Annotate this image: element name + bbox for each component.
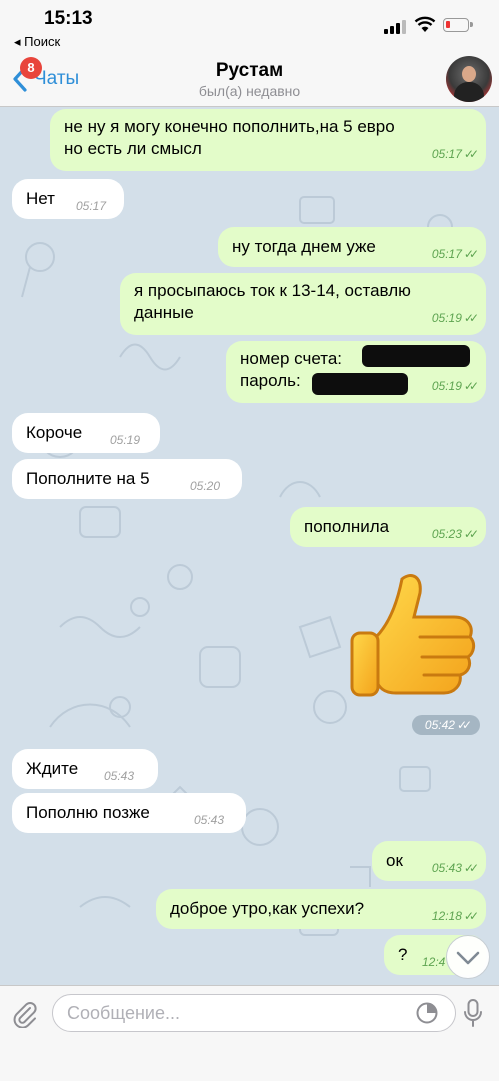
message-text: номер счета: (240, 349, 342, 368)
status-bar: 15:13 ◂ Поиск (0, 0, 499, 52)
scroll-to-bottom-button[interactable] (446, 935, 490, 979)
message-time: 05:42 (424, 718, 455, 732)
message-time: 05:43 (431, 861, 462, 875)
message-text: ну тогда днем уже (232, 237, 376, 256)
message-incoming[interactable]: Ждите 05:43 (12, 749, 158, 789)
message-list[interactable]: не ну я могу конечно пополнить,на 5 евро… (0, 107, 499, 985)
message-text: ? (398, 945, 408, 964)
message-time: 05:19 (431, 311, 462, 325)
thumbs-up-sticker-icon[interactable] (350, 571, 478, 701)
message-incoming[interactable]: Пополню позже 05:43 (12, 793, 246, 833)
sticker-timestamp: 05:42 ✓✓ (412, 715, 480, 735)
message-time: 12:18 (431, 909, 462, 923)
read-checkmarks-icon: ✓✓ (463, 311, 479, 325)
message-text: ок (386, 851, 403, 870)
message-text: Короче (26, 423, 83, 442)
message-time: 05:19 (431, 379, 462, 393)
message-outgoing[interactable]: не ну я могу конечно пополнить,на 5 евро… (50, 109, 486, 171)
contact-avatar[interactable] (446, 56, 492, 102)
message-text: не ну я могу конечно пополнить,на 5 евро (64, 117, 395, 136)
read-checkmarks-icon: ✓✓ (463, 247, 479, 261)
message-time: 05:17 (76, 199, 107, 213)
message-outgoing[interactable]: доброе утро,как успехи? 12:18 ✓✓ (156, 889, 486, 929)
message-time: 05:20 (190, 479, 221, 493)
message-incoming[interactable]: Пополните на 5 05:20 (12, 459, 242, 499)
message-time: 05:43 (104, 769, 135, 783)
redaction-mark (312, 373, 408, 395)
message-outgoing[interactable]: я просыпаюсь ток к 13-14, оставлю данные … (120, 273, 486, 335)
wifi-icon (414, 16, 436, 32)
sticker-icon[interactable] (416, 1002, 438, 1024)
message-input[interactable]: Сообщение... (52, 994, 456, 1032)
message-time: 05:19 (110, 433, 141, 447)
message-incoming[interactable]: Нет 05:17 (12, 179, 124, 219)
message-text: доброе утро,как успехи? (170, 899, 365, 918)
message-time: 05:23 (431, 527, 462, 541)
message-text: Ждите (26, 759, 79, 778)
chat-title[interactable]: Рустам (0, 60, 499, 82)
read-checkmarks-icon: ✓✓ (463, 909, 479, 923)
chat-header: Чаты 8 Рустам был(а) недавно (0, 52, 499, 107)
message-time: 12:4 (422, 955, 446, 969)
read-checkmarks-icon: ✓✓ (463, 379, 479, 393)
message-input-bar: Сообщение... (0, 985, 499, 1081)
read-checkmarks-icon: ✓✓ (456, 718, 472, 732)
message-text: Пополню позже (26, 803, 150, 822)
read-checkmarks-icon: ✓✓ (463, 861, 479, 875)
read-checkmarks-icon: ✓✓ (463, 147, 479, 161)
message-time: 05:17 (431, 247, 462, 261)
read-checkmarks-icon: ✓✓ (463, 527, 479, 541)
message-outgoing[interactable]: пополнила 05:23 ✓✓ (290, 507, 486, 547)
redaction-mark (362, 345, 470, 367)
message-outgoing[interactable]: ок 05:43 ✓✓ (372, 841, 486, 881)
battery-icon (443, 18, 473, 32)
message-time: 05:43 (194, 813, 225, 827)
message-input-placeholder: Сообщение... (67, 1003, 180, 1023)
back-to-app-link[interactable]: ◂ Поиск (14, 34, 60, 50)
message-text: я просыпаюсь ток к 13-14, оставлю (134, 281, 411, 300)
last-seen-status: был(а) недавно (198, 83, 301, 99)
message-text: но есть ли смысл (64, 139, 202, 158)
message-text: пополнила (304, 517, 390, 536)
message-text: данные (134, 303, 194, 322)
status-time: 15:13 (44, 8, 93, 29)
attach-paperclip-icon[interactable] (11, 1000, 39, 1028)
message-text: Пополните на 5 (26, 469, 150, 488)
message-incoming[interactable]: Короче 05:19 (12, 413, 160, 453)
message-text: Нет (26, 189, 55, 208)
message-time: 05:17 (431, 147, 462, 161)
message-outgoing[interactable]: ну тогда днем уже 05:17 ✓✓ (218, 227, 486, 267)
microphone-icon[interactable] (462, 998, 484, 1028)
chevron-down-icon (456, 951, 480, 965)
cellular-signal-icon (384, 20, 406, 34)
